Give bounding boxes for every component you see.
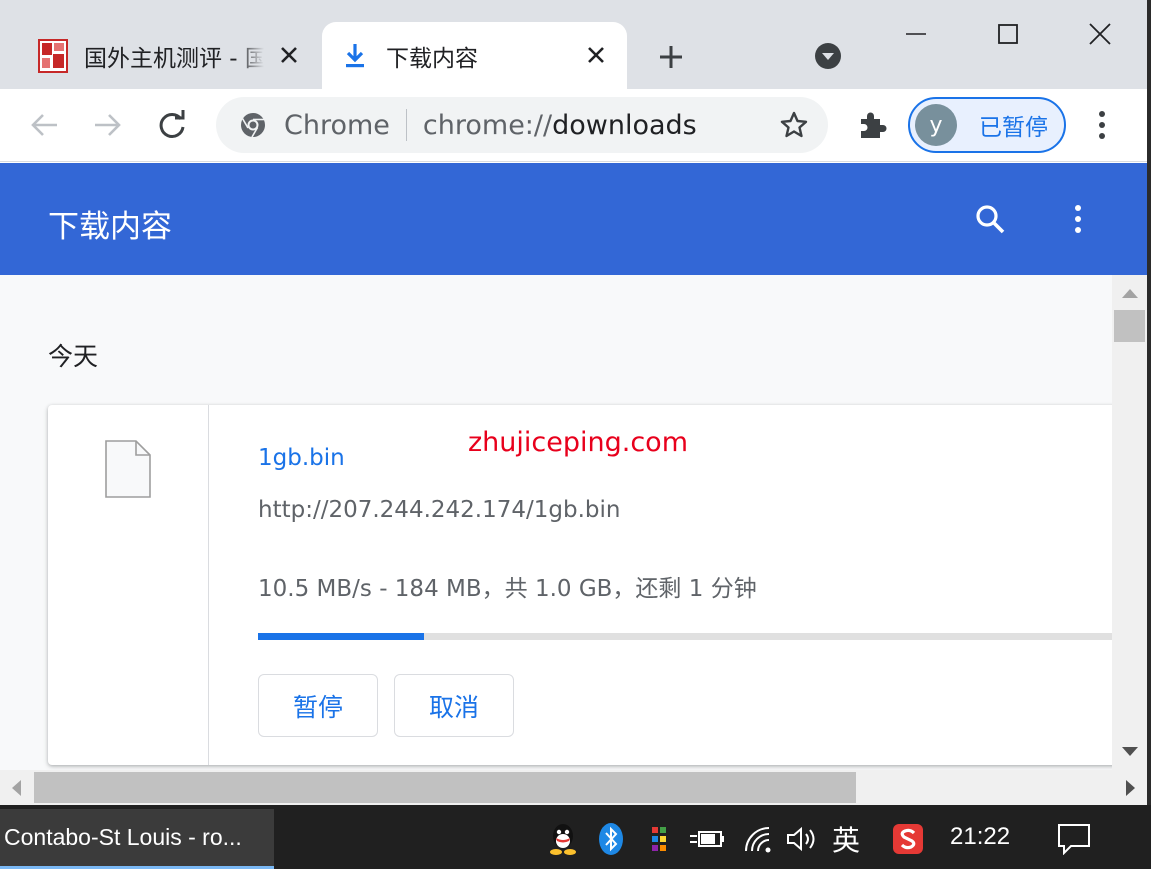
extensions-button[interactable]	[850, 103, 894, 147]
reload-button[interactable]	[150, 103, 194, 147]
avatar: y	[915, 104, 957, 146]
minimize-button[interactable]	[896, 14, 936, 54]
new-tab-button[interactable]	[650, 36, 692, 78]
volume-icon[interactable]	[784, 819, 820, 859]
qq-icon[interactable]	[546, 819, 580, 859]
scroll-right-arrow-icon[interactable]	[1119, 770, 1143, 805]
tab-close-icon[interactable]	[583, 42, 609, 68]
browser-toolbar: Chrome chrome://downloads y 已暂停	[0, 89, 1151, 162]
omnibox[interactable]: Chrome chrome://downloads	[216, 97, 828, 153]
tab-title: 国外主机测评 - 国	[84, 45, 264, 72]
page-title: 下载内容	[48, 209, 172, 245]
download-status: 10.5 MB/s - 184 MB，共 1.0 GB，还剩 1 分钟	[258, 576, 757, 602]
notification-center-icon[interactable]	[1054, 819, 1094, 859]
download-progress-bar	[258, 633, 1112, 640]
power-plug-icon[interactable]	[688, 819, 726, 859]
tab-title: 下载内容	[386, 45, 478, 72]
file-name-link[interactable]: 1gb.bin	[258, 445, 345, 471]
wifi-icon[interactable]	[742, 819, 776, 859]
pause-button[interactable]: 暂停	[258, 674, 378, 737]
tab-search-button[interactable]	[808, 36, 848, 76]
profile-button[interactable]: y 已暂停	[908, 97, 1066, 153]
more-vert-icon[interactable]	[1056, 197, 1100, 241]
site-favicon-icon	[36, 38, 70, 73]
profile-status-label: 已暂停	[979, 115, 1048, 141]
chrome-icon	[241, 113, 265, 138]
vertical-scroll-thumb[interactable]	[1114, 310, 1145, 342]
download-item-card: zhujiceping.com 1gb.bin http://207.244.2…	[48, 405, 1112, 765]
vertical-scrollbar[interactable]	[1112, 275, 1147, 770]
search-icon[interactable]	[968, 197, 1012, 241]
forward-button[interactable]	[86, 103, 130, 147]
file-icon-column	[48, 405, 209, 765]
downloads-header: 下载内容	[0, 163, 1147, 275]
watermark-text: zhujiceping.com	[468, 427, 688, 458]
download-icon	[338, 39, 372, 73]
scroll-up-arrow-icon[interactable]	[1112, 283, 1147, 303]
ime-language-indicator[interactable]: 英	[832, 819, 860, 859]
maximize-button[interactable]	[988, 14, 1028, 54]
bookmark-star-icon[interactable]	[778, 109, 810, 141]
horizontal-scroll-thumb[interactable]	[34, 772, 856, 803]
sogou-ime-icon[interactable]	[890, 819, 926, 859]
progress-fill	[258, 633, 424, 640]
omnibox-url[interactable]: chrome://downloads	[423, 110, 697, 141]
file-source-url[interactable]: http://207.244.242.174/1gb.bin	[258, 497, 620, 523]
url-prefix: chrome://	[422, 109, 553, 141]
app-tray-icon[interactable]	[646, 819, 672, 859]
taskbar-app-button[interactable]: Contabo-St Louis - ro...	[0, 809, 274, 869]
omnibox-scheme-label: Chrome	[284, 109, 390, 141]
horizontal-scrollbar[interactable]	[0, 770, 1147, 805]
omnibox-separator	[405, 109, 407, 141]
bluetooth-icon[interactable]	[596, 819, 626, 859]
tab-downloads[interactable]: 下载内容	[322, 22, 627, 89]
browser-menu-button[interactable]	[1080, 103, 1124, 147]
downloads-list: 今天 zhujiceping.com 1gb.bin http://207.24…	[0, 275, 1112, 770]
file-icon	[105, 440, 151, 498]
back-button[interactable]	[22, 103, 66, 147]
taskbar-clock[interactable]: 21:22	[950, 823, 1010, 851]
tab-strip: 国外主机测评 - 国 下载内容	[0, 0, 1151, 89]
tab-zhujiceping[interactable]: 国外主机测评 - 国	[20, 22, 320, 89]
url-host: downloads	[552, 109, 697, 141]
taskbar: Contabo-St Louis - ro... 英 21:22	[0, 805, 1151, 869]
scroll-left-arrow-icon[interactable]	[4, 770, 28, 805]
scroll-down-arrow-icon[interactable]	[1112, 742, 1147, 762]
window-edge	[1147, 0, 1151, 805]
date-group-label: 今天	[48, 342, 99, 371]
tab-close-icon[interactable]	[276, 42, 302, 68]
window-close-button[interactable]	[1080, 14, 1120, 54]
cancel-button[interactable]: 取消	[394, 674, 514, 737]
